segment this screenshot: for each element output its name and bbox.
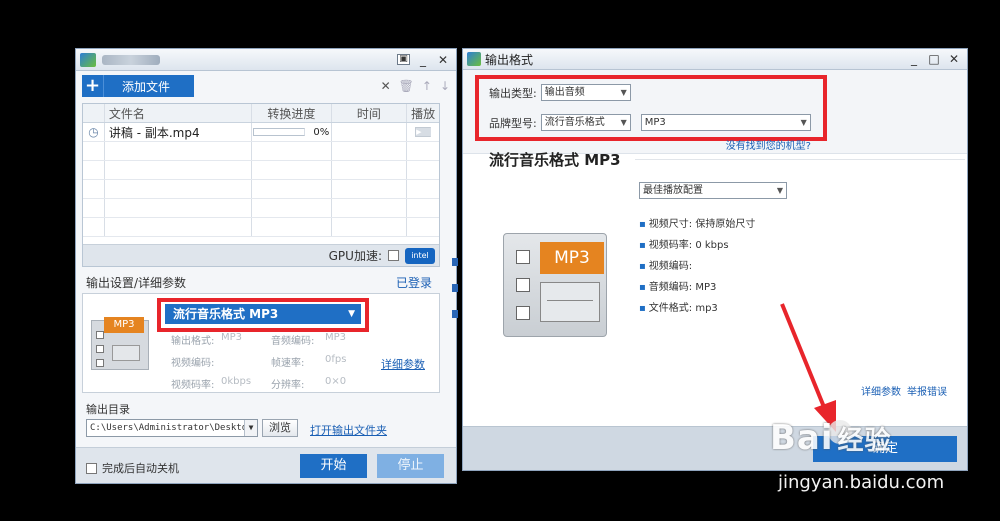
close-icon[interactable]: ✕: [381, 79, 391, 93]
menu-icon[interactable]: ▣: [397, 53, 410, 65]
intel-icon: intel: [405, 247, 435, 264]
table-row: [83, 180, 439, 199]
watermark-brand: Bai 经验: [770, 418, 892, 458]
converter-footer: 完成后自动关机 开始 停止: [76, 447, 456, 483]
dialog-links: 详细参数 举报错误: [861, 383, 947, 398]
output-format-dialog: 输出格式 _ □ ✕ 输出类型: 输出音频 ▼ 品牌型号: 流行音乐格式 ▼ MP3…: [462, 48, 968, 471]
play-cell: ▶: [407, 123, 439, 141]
progress-bar: [253, 128, 306, 136]
output-settings-label: 输出设置/详细参数: [86, 276, 187, 290]
chevron-down-icon: ▼: [776, 186, 783, 195]
gpu-bar: GPU加速: intel: [83, 244, 439, 266]
arrow-down-icon[interactable]: ↓: [440, 79, 450, 93]
list-item: ▪ 文件格式: mp3: [639, 303, 718, 314]
plus-icon: +: [82, 75, 104, 97]
output-dir-label: 输出目录: [86, 403, 130, 416]
col-progress[interactable]: 转换进度: [252, 104, 332, 122]
dialog-title: 输出格式: [485, 52, 534, 67]
col-play[interactable]: 播放: [407, 104, 439, 122]
converter-window: ▣ _ ✕ + 添加文件 ✕ 🗑 ↑ ↓ 文件名 转换进度 时间 播放 ◷ 讲稿…: [75, 48, 457, 484]
add-file-label: 添加文件: [122, 79, 171, 94]
detail-params-link[interactable]: 详细参数: [381, 356, 425, 372]
add-file-button[interactable]: + 添加文件: [82, 75, 195, 97]
gpu-label: GPU加速:: [328, 249, 382, 263]
list-item: ▪ 视频尺寸: 保持原始尺寸: [639, 219, 756, 230]
browse-button[interactable]: 浏览: [262, 419, 298, 437]
list-item: ▪ 视频编码:: [639, 261, 693, 272]
mp3-film-icon: MP3: [503, 233, 607, 337]
maximize-icon[interactable]: □: [925, 51, 943, 67]
list-item: ▪ 音频编码: MP3: [639, 282, 717, 293]
output-path-value: C:\Users\Administrator\Desktop: [90, 423, 253, 433]
watermark-url: jingyan.baidu.com: [778, 472, 945, 493]
format-info-list: ▪ 视频尺寸: 保持原始尺寸 ▪ 视频码率: 0 kbps ▪ 视频编码: ▪ 音频编码…: [639, 215, 755, 320]
gpu-checkbox[interactable]: [388, 250, 399, 261]
auto-shutdown-option[interactable]: 完成后自动关机: [86, 460, 179, 476]
highlight-box-format: [157, 298, 369, 332]
app-icon: [80, 52, 96, 67]
trash-icon[interactable]: 🗑: [399, 79, 414, 93]
auto-shutdown-label: 完成后自动关机: [102, 462, 179, 475]
mp3-badge: MP3: [104, 317, 144, 333]
auto-shutdown-checkbox[interactable]: [86, 462, 97, 474]
table-row: [83, 218, 439, 237]
play-icon[interactable]: ▶: [415, 127, 432, 137]
time-cell: [332, 123, 408, 141]
minimize-icon[interactable]: _: [905, 51, 923, 67]
converter-titlebar: ▣ _ ✕: [76, 49, 456, 71]
start-button[interactable]: 开始: [300, 454, 367, 478]
app-icon: [467, 52, 481, 66]
dialog-titlebar: 输出格式 _ □ ✕: [463, 49, 967, 70]
stop-button[interactable]: 停止: [377, 454, 444, 478]
file-table: 文件名 转换进度 时间 播放 ◷ 讲稿 - 副本.mp4 0% ▶ GPU加速:…: [82, 103, 440, 267]
chevron-down-icon: ▼: [244, 420, 257, 436]
table-header: 文件名 转换进度 时间 播放: [83, 104, 439, 123]
report-error-link[interactable]: 举报错误: [907, 383, 947, 398]
list-item: ▪ 视频码率: 0 kbps: [639, 240, 729, 251]
toolbar-icons: ✕ 🗑 ↑ ↓: [381, 79, 450, 93]
table-row: [83, 142, 439, 161]
heading-divider: [635, 159, 965, 160]
file-toolbar: + 添加文件 ✕ 🗑 ↑ ↓: [76, 71, 456, 101]
progress-text: 0%: [313, 126, 330, 138]
mp3-badge: MP3: [540, 242, 604, 274]
format-heading: 流行音乐格式 MP3: [489, 151, 621, 169]
window-controls: _ □ ✕: [905, 51, 963, 67]
close-icon[interactable]: ✕: [945, 51, 963, 67]
detail-params-link[interactable]: 详细参数: [861, 383, 901, 398]
table-row[interactable]: ◷ 讲稿 - 副本.mp4 0% ▶: [83, 123, 439, 142]
close-icon[interactable]: ✕: [434, 52, 452, 68]
output-settings-panel: MP3 流行音乐格式 MP3 ▼ 输出格式: MP3 音频编码: MP3 视频编码:…: [82, 293, 440, 393]
clock-icon: ◷: [83, 123, 105, 141]
format-params: 输出格式: MP3 音频编码: MP3 视频编码: 帧速率: 0fps 视频码率: 0k…: [171, 332, 347, 391]
open-folder-link[interactable]: 打开输出文件夹: [310, 422, 387, 438]
window-controls: ▣ _ ✕: [395, 52, 452, 68]
arrow-up-icon[interactable]: ↑: [422, 79, 432, 93]
table-row: [83, 161, 439, 180]
col-time[interactable]: 时间: [332, 104, 408, 122]
minimize-icon[interactable]: _: [414, 52, 432, 68]
col-filename[interactable]: 文件名: [105, 104, 253, 122]
logged-in-link[interactable]: 已登录: [396, 274, 432, 291]
output-path-select[interactable]: C:\Users\Administrator\Desktop ▼: [86, 419, 258, 437]
blurred-window-title: [102, 54, 160, 65]
table-row: [83, 199, 439, 218]
window-edge-marks: [452, 258, 458, 318]
output-settings-header: 输出设置/详细参数 已登录: [86, 274, 432, 291]
baidu-watermark: Bai 经验 jingyan.baidu.com: [770, 418, 944, 493]
highlight-box-type: [475, 75, 827, 141]
no-model-link[interactable]: 没有找到您的机型?: [726, 137, 811, 152]
mp3-film-icon: MP3: [91, 317, 149, 370]
preset-select[interactable]: 最佳播放配置 ▼: [639, 182, 787, 199]
file-name: 讲稿 - 副本.mp4: [105, 123, 253, 141]
progress-cell: 0%: [252, 123, 332, 141]
